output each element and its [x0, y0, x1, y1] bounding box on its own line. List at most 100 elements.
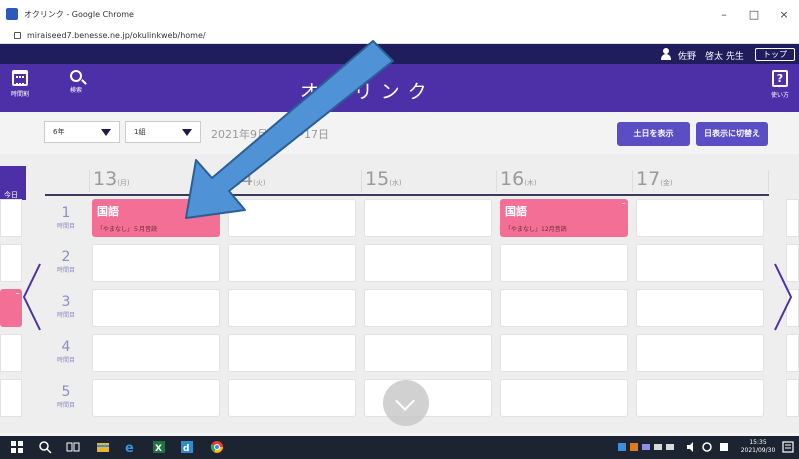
prev-week-arrow-icon[interactable] [20, 262, 44, 332]
today-tab[interactable]: 今日 [0, 166, 26, 200]
day-date: 15 [365, 168, 390, 190]
next-week-cell [786, 379, 799, 417]
empty-cell[interactable] [500, 289, 628, 327]
scroll-down-button[interactable] [383, 380, 429, 426]
empty-cell[interactable] [92, 334, 220, 372]
system-tray-icons[interactable] [618, 441, 680, 453]
search-nav-button[interactable]: 検索 [58, 70, 94, 94]
empty-cell[interactable] [636, 289, 764, 327]
grade-select-value: 6年 [53, 128, 65, 136]
prev-week-lesson-cell[interactable]: ··· [0, 289, 22, 327]
empty-cell[interactable] [636, 244, 764, 282]
screen: オクリンク - Google Chrome – □ × miraiseed7.b… [0, 0, 799, 459]
minimize-button[interactable]: – [709, 0, 739, 28]
period-suffix: 時間目 [56, 223, 75, 230]
timetable-nav-button[interactable]: 時間割 [2, 70, 38, 98]
user-name: 佐野 啓太 先生 [678, 52, 744, 62]
period-label-1: 1 時間目 [46, 205, 86, 231]
excel-icon[interactable]: X [152, 440, 166, 454]
chevron-down-icon [182, 129, 192, 136]
empty-cell[interactable] [636, 334, 764, 372]
period-label-5: 5 時間目 [46, 385, 86, 410]
clock-time: 15:35 [749, 439, 767, 446]
empty-cell[interactable] [636, 199, 764, 237]
empty-cell[interactable] [92, 289, 220, 327]
chevron-down-icon [101, 129, 111, 136]
empty-cell[interactable] [92, 244, 220, 282]
period-number: 1 [61, 205, 71, 221]
period-suffix: 時間目 [56, 312, 75, 319]
svg-text:X: X [155, 444, 162, 454]
tray-status-icons[interactable] [686, 441, 732, 453]
empty-cell[interactable] [364, 244, 492, 282]
top-button[interactable]: トップ [755, 48, 795, 61]
url-text[interactable]: miraiseed7.benesse.ne.jp/okulinkweb/home… [27, 31, 206, 40]
notification-icon[interactable] [782, 441, 794, 453]
header-rule [45, 194, 769, 196]
empty-cell[interactable] [364, 334, 492, 372]
app-header: 時間割 検索 オクリンク ? 使い方 [0, 64, 799, 112]
empty-cell[interactable] [500, 244, 628, 282]
windows-start-icon[interactable] [10, 440, 24, 454]
help-nav-button[interactable]: ? 使い方 [762, 70, 798, 99]
lesson-subject: 国語 [97, 205, 119, 218]
empty-cell[interactable] [500, 379, 628, 417]
task-view-icon[interactable] [66, 440, 80, 454]
period-suffix: 時間目 [56, 267, 75, 274]
app-title: オクリンク [300, 81, 435, 103]
show-weekend-button[interactable]: 土日を表示 [617, 122, 690, 146]
search-icon [70, 70, 82, 82]
edge-browser-icon[interactable]: e [124, 440, 138, 454]
empty-cell[interactable] [228, 289, 356, 327]
chrome-icon[interactable] [210, 440, 224, 454]
day-header-17: 17(金) [636, 168, 673, 196]
empty-cell[interactable] [92, 379, 220, 417]
desktop-app-icon[interactable]: d [180, 440, 194, 454]
more-options-icon[interactable]: ··· [621, 200, 626, 208]
search-icon[interactable] [38, 440, 52, 454]
day-weekday: (金) [660, 179, 673, 187]
lock-icon [14, 32, 21, 39]
next-week-arrow-icon[interactable] [771, 262, 795, 332]
chrome-titlebar: オクリンク - Google Chrome – □ × [0, 0, 799, 28]
lesson-description: 「やまなし」５月音読 [97, 226, 158, 233]
address-bar[interactable]: miraiseed7.benesse.ne.jp/okulinkweb/home… [0, 28, 799, 44]
day-header-14: 14(火) [229, 168, 266, 196]
period-number: 4 [61, 339, 71, 355]
switch-day-view-button[interactable]: 日表示に切替え [696, 122, 768, 146]
maximize-button[interactable]: □ [739, 0, 769, 28]
class-select-value: 1組 [134, 128, 146, 136]
user-bar: 佐野 啓太 先生 トップ [0, 44, 799, 64]
empty-cell[interactable] [228, 334, 356, 372]
clock-date: 2021/09/30 [740, 447, 776, 454]
empty-cell[interactable] [364, 199, 492, 237]
file-explorer-icon[interactable] [96, 440, 110, 454]
column-divider [632, 170, 633, 192]
prev-week-cell [0, 334, 22, 372]
empty-cell[interactable] [228, 244, 356, 282]
grade-select[interactable]: 6年 [44, 121, 120, 143]
lesson-subject: 国語 [505, 205, 527, 218]
day-date: 17 [636, 168, 661, 190]
close-button[interactable]: × [769, 0, 799, 28]
day-weekday: (月) [117, 179, 130, 187]
prev-week-cell [0, 379, 22, 417]
empty-cell[interactable] [228, 379, 356, 417]
more-options-icon[interactable]: ··· [15, 290, 20, 298]
empty-cell[interactable] [364, 289, 492, 327]
day-header-16: 16(木) [500, 168, 537, 196]
column-divider [225, 170, 226, 192]
day-date: 13 [93, 168, 118, 190]
class-select[interactable]: 1組 [125, 121, 201, 143]
svg-text:e: e [125, 441, 134, 454]
lesson-cell-thu-1[interactable]: 国語 「やまなし」12月音読 ··· [500, 199, 628, 237]
taskbar-clock[interactable]: 15:35 2021/09/30 [739, 439, 777, 455]
day-date: 16 [500, 168, 525, 190]
next-week-cell [786, 199, 799, 237]
empty-cell[interactable] [500, 334, 628, 372]
lesson-cell-mon-1[interactable]: 国語 「やまなし」５月音読 [92, 199, 220, 237]
day-weekday: (木) [524, 179, 537, 187]
app-favicon-icon [6, 8, 18, 20]
empty-cell[interactable] [636, 379, 764, 417]
empty-cell[interactable] [228, 199, 356, 237]
